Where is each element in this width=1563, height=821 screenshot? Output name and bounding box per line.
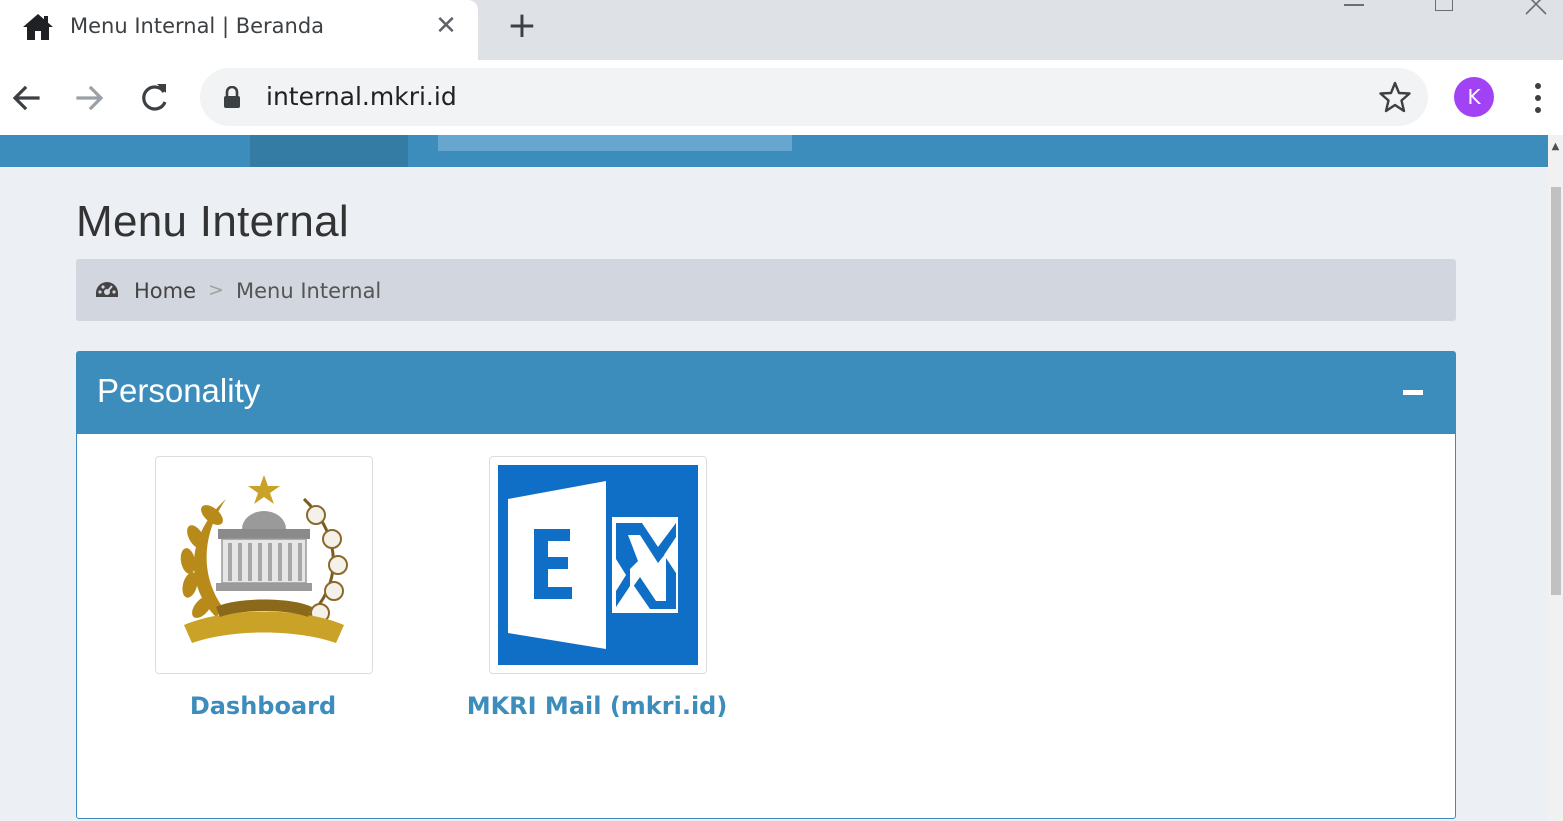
tab-strip: Menu Internal | Beranda ✕ +	[0, 0, 1563, 60]
box-header: Personality	[77, 352, 1455, 434]
breadcrumb: Home > Menu Internal	[76, 259, 1456, 321]
minus-icon[interactable]	[1397, 378, 1431, 408]
breadcrumb-current: Menu Internal	[236, 279, 382, 303]
navbar-highlight	[438, 135, 792, 151]
vertical-scrollbar[interactable]: ▲	[1548, 135, 1563, 821]
tab-title: Menu Internal | Beranda	[70, 14, 325, 38]
forward-button[interactable]	[70, 78, 110, 118]
browser-tab-active[interactable]: Menu Internal | Beranda ✕	[0, 0, 478, 60]
page-title: Menu Internal	[76, 197, 349, 246]
scroll-thumb[interactable]	[1551, 187, 1561, 595]
exchange-logo	[498, 465, 698, 665]
new-tab-button[interactable]: +	[505, 8, 539, 44]
box-title: Personality	[97, 372, 261, 409]
dashboard-icon	[96, 282, 118, 297]
address-bar[interactable]: internal.mkri.id	[200, 68, 1428, 126]
window-maximize-button[interactable]	[1432, 0, 1456, 14]
window-minimize-button[interactable]	[1340, 0, 1368, 12]
app-thumbnail[interactable]	[489, 456, 707, 674]
page-viewport: Menu Internal Home > Menu Internal Perso…	[0, 135, 1548, 821]
top-navbar	[0, 135, 1548, 167]
personality-box: Personality Dashboard MKRI Mail (mkri.id…	[76, 351, 1456, 819]
url-text: internal.mkri.id	[266, 82, 457, 111]
mkri-emblem-logo	[180, 475, 348, 643]
breadcrumb-home-link[interactable]: Home	[134, 279, 196, 303]
back-button[interactable]	[6, 78, 46, 118]
tab-close-icon[interactable]: ✕	[432, 12, 460, 40]
browser-menu-icon[interactable]	[1528, 80, 1548, 116]
home-icon	[23, 14, 53, 40]
lock-icon	[224, 86, 240, 108]
scroll-up-arrow-icon[interactable]: ▲	[1548, 141, 1563, 157]
navbar-active-item[interactable]	[250, 135, 408, 167]
app-label-dashboard[interactable]: Dashboard	[155, 692, 371, 720]
breadcrumb-separator: >	[208, 279, 224, 301]
reload-button[interactable]	[134, 78, 174, 118]
app-thumbnail[interactable]	[155, 456, 373, 674]
window-close-button[interactable]	[1522, 0, 1550, 16]
profile-avatar[interactable]: K	[1454, 77, 1494, 117]
browser-toolbar: internal.mkri.id K	[0, 60, 1563, 135]
bookmark-star-icon[interactable]	[1378, 80, 1412, 114]
app-label-mkri-mail[interactable]: MKRI Mail (mkri.id)	[459, 692, 735, 720]
